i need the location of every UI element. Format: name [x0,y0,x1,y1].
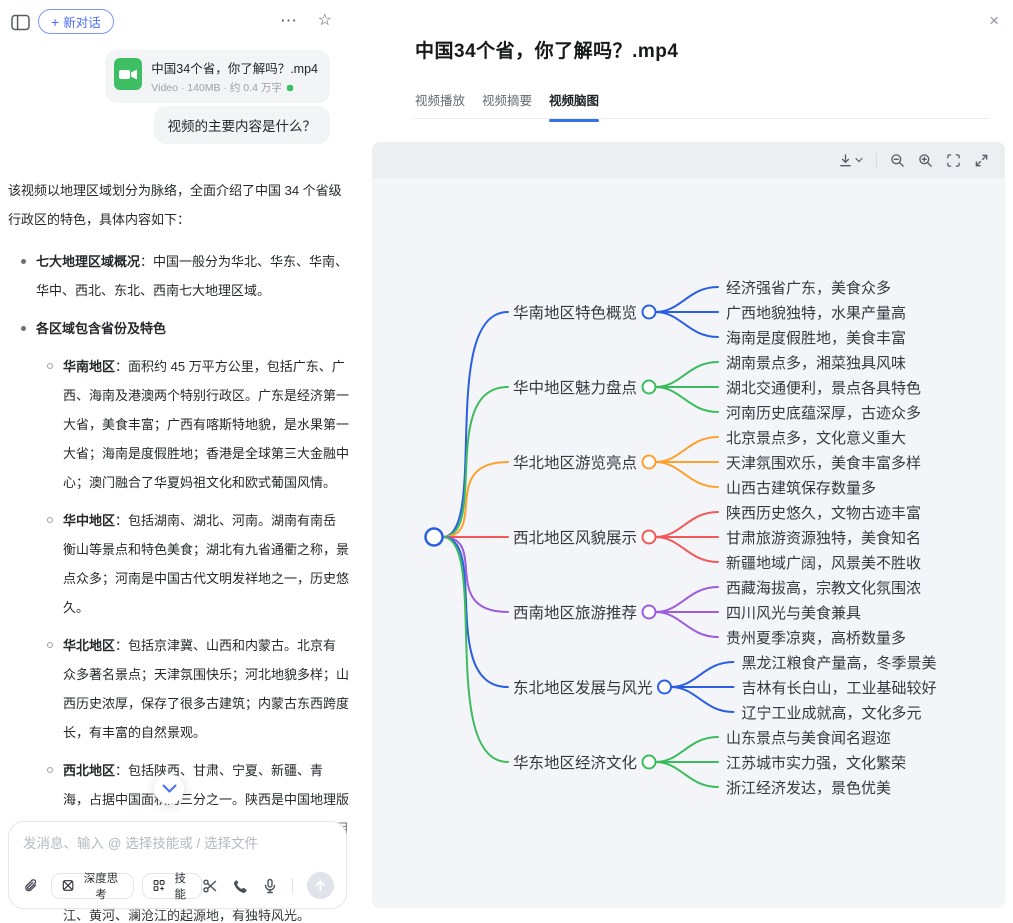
bullet-marker [47,363,53,369]
new-chat-label: 新对话 [63,12,101,31]
answer-bullet: 七大地理区域概况：中国一般分为华北、华东、华南、华中、西北、东北、西南七大地理区… [8,247,349,305]
canvas-toolbar [372,142,1005,178]
mindmap-branch-label: 华北地区游览亮点 [513,451,637,473]
mindmap-leaf-label: 贵州夏季凉爽，高桥数量多 [726,627,906,648]
mindmap-leaf-label: 北京景点多，文化意义重大 [726,427,906,448]
zoom-in-icon[interactable] [918,153,933,168]
mindmap-leaf-label: 海南是度假胜地，美食丰富 [726,327,906,348]
status-dot [287,85,293,91]
answer-bullet: 各区域包含省份及特色 [8,314,349,343]
video-file-icon [114,58,142,95]
answer-intro: 该视频以地理区域划分为脉络，全面介绍了中国 34 个省级行政区的特色，具体内容如… [8,176,349,234]
mindmap-leaf-label: 新疆地域广阔，风景美不胜收 [726,552,921,573]
bullet-marker [21,259,26,264]
scissors-icon[interactable] [202,878,218,894]
app-root: + 新对话 ⋯ ☆ 中国34个省，你了解吗？.mp4 Video · 140MB… [0,0,1013,923]
file-meta: Video · 140MB · 约 0.4 万字 [151,80,318,95]
deep-think-button[interactable]: 深度思考 [51,873,133,899]
arrow-up-icon [314,879,327,892]
mindmap-leaf-label: 吉林有长白山，工业基础较好 [742,677,937,698]
mindmap-graph [372,142,1005,908]
answer-bullet: 华中地区：包括湖南、湖北、河南。湖南有南岳衡山等景点和特色美食；湖北有九省通衢之… [8,506,349,622]
star-icon[interactable]: ☆ [318,10,332,30]
mindmap-branch-label: 华中地区魅力盘点 [513,376,637,398]
send-button[interactable] [307,872,334,899]
bullet-marker [47,517,53,523]
close-icon[interactable]: × [989,11,999,31]
chat-topbar: + 新对话 ⋯ ☆ [0,0,370,44]
mindmap-leaf-label: 山东景点与美食闻名遐迩 [726,727,891,748]
microphone-icon[interactable] [262,878,278,894]
zoom-out-icon[interactable] [890,153,905,168]
user-message: 视频的主要内容是什么？ [154,106,331,144]
bullet-marker [47,767,53,773]
mindmap-leaf-label: 湖南景点多，湘菜独具风味 [726,352,906,373]
attachment-icon[interactable] [19,873,43,899]
divider [876,153,877,168]
chat-panel: + 新对话 ⋯ ☆ 中国34个省，你了解吗？.mp4 Video · 140MB… [0,0,370,923]
mindmap-canvas[interactable]: 经济强省广东，美食众多广西地貌独特，水果产量高海南是度假胜地，美食丰富 华南地区特… [372,142,1005,908]
mindmap-leaf-label: 广西地貌独特，水果产量高 [726,302,906,323]
file-name: 中国34个省，你了解吗？.mp4 [151,58,318,77]
plus-icon: + [51,15,59,29]
divider [292,878,293,893]
bullet-marker [47,642,53,648]
skills-button[interactable]: 技能 [142,873,203,899]
answer-bullet: 华南地区：面积约 45 万平方公里，包括广东、广西、海南及港澳两个特别行政区。广… [8,352,349,497]
mindmap-leaf-label: 山西古建筑保存数量多 [726,477,876,498]
message-input[interactable] [23,832,332,864]
mindmap-leaf-label: 黑龙江粮食产量高，冬季景美 [742,652,937,673]
sidebar-toggle-icon[interactable] [9,12,31,32]
assistant-message: 该视频以地理区域划分为脉络，全面介绍了中国 34 个省级行政区的特色，具体内容如… [8,176,349,923]
download-icon[interactable] [838,153,863,168]
fit-view-icon[interactable] [946,153,961,168]
mindmap-leaf-label: 西藏海拔高，宗教文化氛围浓 [726,577,921,598]
mindmap-leaf-label: 天津氛围欢乐，美食丰富多样 [726,452,921,473]
phone-icon[interactable] [232,878,248,894]
video-file-card[interactable]: 中国34个省，你了解吗？.mp4 Video · 140MB · 约 0.4 万… [105,50,330,103]
skills-icon [153,879,165,892]
viewer-title: 中国34个省，你了解吗？.mp4 [415,36,678,63]
mindmap-leaf-label: 浙江经济发达，景色优美 [726,777,891,798]
composer-toolbar: 深度思考 技能 [19,872,334,899]
divider [414,118,990,119]
new-chat-button[interactable]: + 新对话 [38,9,114,34]
more-icon[interactable]: ⋯ [280,11,298,31]
bullet-marker [21,326,26,331]
chevron-down-icon [162,784,177,794]
video-viewer-panel: × 中国34个省，你了解吗？.mp4 视频播放视频摘要视频脑图 经济强省广东，美… [370,0,1013,923]
mindmap-leaf-label: 陕西历史悠久，文物古迹丰富 [726,502,921,523]
deep-think-icon [62,879,74,892]
mindmap-leaf-label: 河南历史底蕴深厚，古迹众多 [726,402,921,423]
mindmap-branch-label: 西南地区旅游推荐 [513,601,637,623]
mindmap-leaf-label: 湖北交通便利，景点各具特色 [726,377,921,398]
mindmap-branch-label: 东北地区发展与风光 [513,676,653,698]
composer: 深度思考 技能 [8,821,347,909]
answer-bullet: 华北地区：包括京津冀、山西和内蒙古。北京有众多著名景点；天津氛围快乐；河北地貌多… [8,631,349,747]
mindmap-leaf-label: 江苏城市实力强，文化繁荣 [726,752,906,773]
expand-chevron-button[interactable] [154,774,184,804]
mindmap-leaf-label: 辽宁工业成就高，文化多元 [742,702,922,723]
mindmap-branch-label: 华东地区经济文化 [513,751,637,773]
mindmap-branch-label: 西北地区风貌展示 [513,526,637,548]
mindmap-leaf-label: 经济强省广东，美食众多 [726,277,891,298]
fullscreen-icon[interactable] [974,153,989,168]
mindmap-leaf-label: 四川风光与美食兼具 [726,602,861,623]
chevron-down-icon [855,157,863,163]
mindmap-branch-label: 华南地区特色概览 [513,301,637,323]
mindmap-leaf-label: 甘肃旅游资源独特，美食知名 [726,527,921,548]
